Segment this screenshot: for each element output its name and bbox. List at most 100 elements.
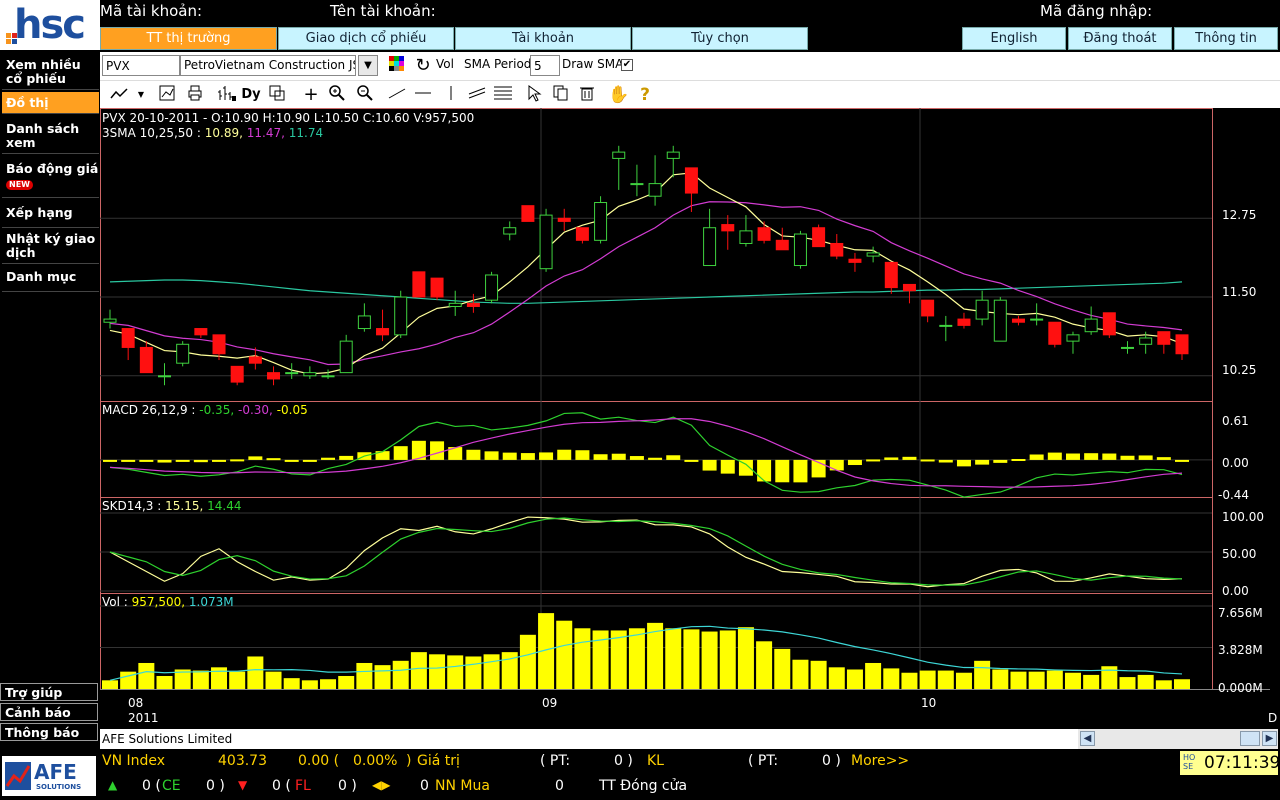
help-question-icon[interactable]: ? — [634, 84, 656, 106]
volume-bar — [865, 662, 882, 689]
tab-account[interactable]: Tài khoản — [455, 27, 631, 50]
help-link[interactable]: Trợ giúp — [0, 683, 98, 701]
volume-label: KL — [647, 753, 664, 769]
macd-histogram-bar — [720, 459, 735, 474]
chevron-down-icon[interactable]: ▼ — [358, 55, 378, 76]
stock-chart[interactable]: PVX 20-10-2011 - O:10.90 H:10.90 L:10.50… — [100, 108, 1280, 728]
candle-body — [194, 328, 208, 336]
macd-histogram-bar — [502, 452, 517, 460]
chart-type-dropdown-icon[interactable]: ▼ — [130, 84, 152, 106]
macd-histogram-bar — [121, 459, 136, 462]
index-name: VN Index — [102, 753, 166, 769]
period-dy-icon[interactable]: Dy — [240, 84, 262, 106]
print-icon[interactable] — [184, 84, 206, 106]
tab-stock-trading[interactable]: Giao dịch cổ phiếu — [278, 27, 454, 50]
sidebar-item-multi-stock[interactable]: Xem nhiều cổ phiếu — [2, 56, 99, 90]
candle-body — [1066, 334, 1080, 342]
chart-scrollbar[interactable]: ◀ ▶ — [1078, 729, 1278, 749]
volume-bar — [1083, 674, 1100, 689]
more-link[interactable]: More>> — [851, 753, 909, 769]
value-label: Giá trị — [417, 753, 460, 769]
index-change: 0.00 ( — [298, 753, 340, 769]
candle-body — [139, 346, 153, 374]
tab-options[interactable]: Tùy chọn — [632, 27, 808, 50]
volume-bar — [628, 628, 645, 689]
notice-link[interactable]: Thông báo — [0, 723, 98, 741]
candle-body — [921, 299, 935, 317]
sidebar-item-trade-log[interactable]: Nhật ký giao dịch — [2, 232, 99, 264]
sidebar-item-ranking[interactable]: Xếp hạng — [2, 204, 99, 228]
pan-hand-icon[interactable]: ✋ — [608, 84, 630, 106]
overlay-icon[interactable] — [266, 84, 288, 106]
logo-text: hsc — [14, 2, 86, 48]
sidebar-item-chart[interactable]: Đồ thị — [2, 92, 99, 114]
symbol-input[interactable] — [102, 55, 180, 76]
tab-market-info[interactable]: TT thị trường — [100, 27, 277, 50]
delete-trash-icon[interactable] — [576, 84, 598, 106]
candle-body — [575, 227, 589, 241]
macd-tick: 0.00 — [1222, 456, 1249, 470]
volume-bar — [919, 670, 936, 689]
english-button[interactable]: English — [962, 27, 1066, 50]
sidebar-item-watchlist[interactable]: Danh sách xem — [2, 122, 99, 154]
price-tick: 12.75 — [1222, 208, 1257, 222]
select-pointer-icon[interactable] — [524, 84, 546, 106]
warning-link[interactable]: Cảnh báo — [0, 703, 98, 721]
macd-histogram-bar — [702, 459, 717, 471]
macd-tick: -0.44 — [1218, 488, 1250, 502]
price-tick: 10.25 — [1222, 363, 1257, 377]
skd-tick: 50.00 — [1222, 547, 1257, 561]
sidebar-item-price-alert[interactable]: Báo động giá NEW — [2, 162, 99, 198]
info-button[interactable]: Thông tin — [1174, 27, 1278, 50]
fibonacci-icon[interactable] — [492, 84, 514, 106]
horizontal-line-icon[interactable] — [412, 84, 434, 106]
channel-line-icon[interactable] — [466, 84, 488, 106]
fl-value: 0 ) — [338, 778, 357, 794]
volume-bar — [102, 680, 118, 689]
candle-body — [902, 283, 916, 292]
volume-bar — [955, 672, 972, 689]
trend-line-icon[interactable] — [386, 84, 408, 106]
chart-type-icon[interactable] — [108, 84, 130, 106]
candle-body — [666, 151, 680, 159]
macd-histogram-bar — [1156, 457, 1171, 460]
zoom-out-icon[interactable] — [354, 84, 376, 106]
fl-label: FL — [295, 778, 311, 794]
macd-histogram-bar — [539, 452, 554, 460]
indicators-icon[interactable] — [216, 84, 238, 106]
afe-logo-sub: SOLUTIONS — [36, 783, 82, 791]
candle-body — [158, 375, 172, 378]
export-chart-icon[interactable] — [156, 84, 178, 106]
logout-button[interactable]: Đăng thoát — [1068, 27, 1172, 50]
x-tick: 09 — [542, 696, 558, 710]
sidebar-item-portfolio[interactable]: Danh mục — [2, 270, 99, 292]
zoom-in-icon[interactable] — [326, 84, 348, 106]
sma-legend-label: 3SMA 10,25,50 : — [102, 126, 201, 140]
vertical-line-icon[interactable] — [440, 84, 462, 106]
copy-objects-icon[interactable] — [550, 84, 572, 106]
ce-value: 0 ) — [206, 778, 225, 794]
draw-sma-checkbox[interactable]: ✔ — [621, 59, 633, 71]
volume-bar — [410, 652, 427, 689]
macd-histogram-bar — [466, 449, 481, 460]
scroll-left-icon[interactable]: ◀ — [1080, 731, 1095, 746]
scroll-right-icon[interactable]: ▶ — [1262, 731, 1277, 746]
company-select[interactable]: PetroVietnam Construction JSC — [180, 55, 356, 76]
scroll-thumb[interactable] — [1240, 731, 1260, 746]
x-tick: 10 — [921, 696, 937, 710]
vol-tick: 7.656M — [1218, 606, 1263, 620]
sma-period-input[interactable] — [530, 55, 560, 76]
vol-legend-label: Vol : — [102, 595, 128, 609]
macd-histogram-bar — [520, 453, 535, 460]
color-palette-icon[interactable] — [386, 55, 408, 77]
skd-legend: SKD14,3 : 15.15, 14.44 — [102, 499, 242, 513]
hsc-logo: hsc — [0, 0, 100, 50]
refresh-icon[interactable]: ↻ — [412, 55, 434, 77]
volume-bar — [974, 660, 991, 689]
macd-histogram-bar — [484, 451, 499, 460]
volume-bar — [465, 656, 482, 689]
volume-bar — [719, 630, 736, 689]
crosshair-icon[interactable]: + — [300, 84, 322, 106]
account-name-label: Tên tài khoản: — [330, 2, 436, 20]
volume-bar — [883, 668, 900, 689]
